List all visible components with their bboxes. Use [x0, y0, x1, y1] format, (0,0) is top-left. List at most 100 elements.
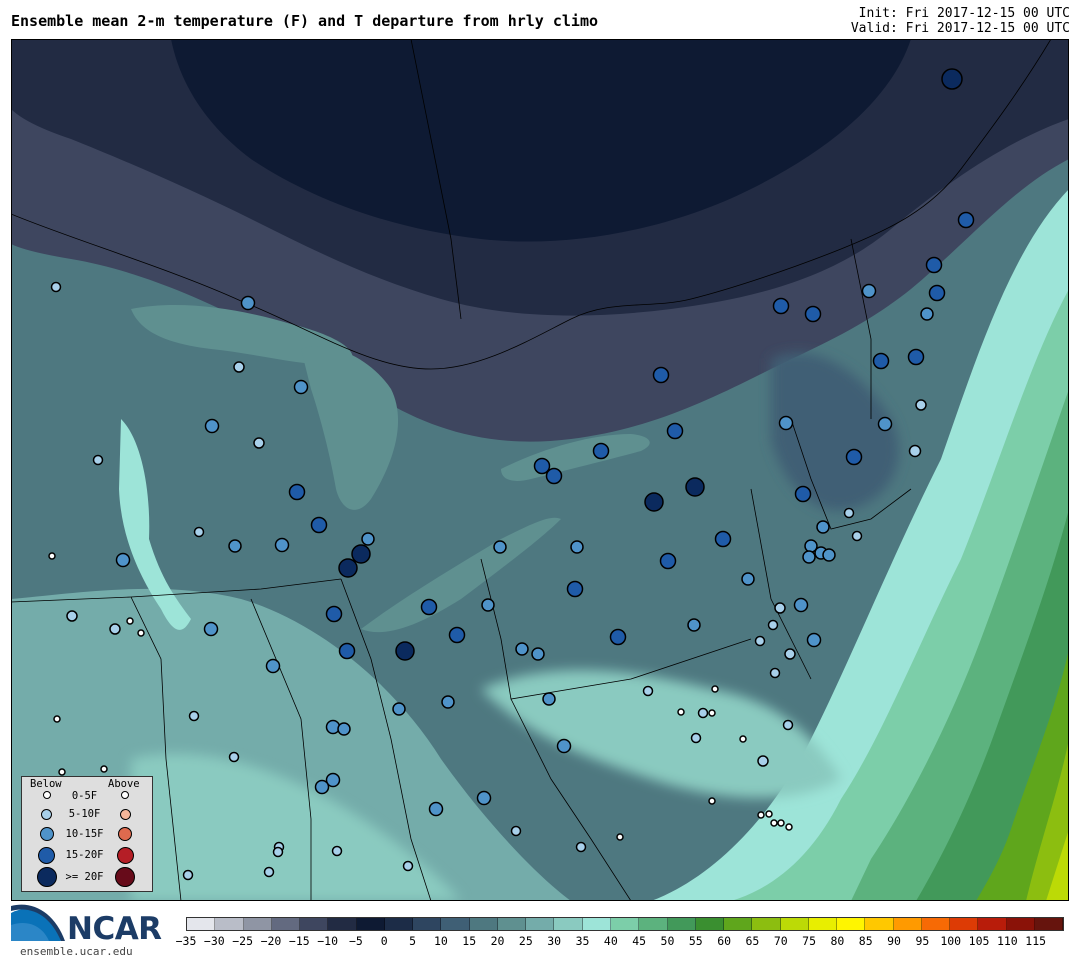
colorbar-tick-label: 55 [688, 934, 703, 948]
colorbar-swatch [921, 918, 951, 930]
colorbar-swatch [780, 918, 809, 930]
colorbar-tick-label: 85 [858, 934, 873, 948]
colorbar-tick-label: 105 [968, 934, 990, 948]
colorbar-tick-label: 80 [830, 934, 845, 948]
station-marker [851, 530, 863, 542]
station-marker [794, 485, 812, 503]
station-marker [778, 415, 794, 431]
colorbar-tick-label: 50 [660, 934, 675, 948]
station-marker [711, 685, 719, 693]
station-marker [925, 256, 943, 274]
station-marker [115, 552, 131, 568]
station-marker [402, 860, 414, 872]
colorbar-tick-label: −10 [317, 934, 338, 948]
station-marker [337, 722, 351, 736]
station-marker [228, 751, 240, 763]
colorbar-swatch [243, 918, 272, 930]
colorbar-tick-label: −5 [348, 934, 363, 948]
station-marker [570, 540, 584, 554]
colorbar-swatch [610, 918, 640, 930]
colorbar-tick-label: 75 [802, 934, 817, 948]
station-marker [228, 539, 242, 553]
station-marker [542, 692, 556, 706]
colorbar-tick-label: 65 [745, 934, 760, 948]
colorbar-swatch [837, 918, 866, 930]
colorbar-swatch [215, 918, 244, 930]
colorbar-swatch [808, 918, 838, 930]
station-marker [708, 709, 716, 717]
station-marker [941, 68, 963, 90]
ncar-logo-icon[interactable] [11, 903, 65, 943]
colorbar-tick-label: 95 [915, 934, 930, 948]
station-marker [666, 422, 684, 440]
temperature-colorbar [186, 917, 1064, 931]
station-marker [310, 516, 328, 534]
legend-above-dot [115, 867, 135, 887]
station-marker [861, 283, 877, 299]
station-marker [476, 790, 492, 806]
station-marker [915, 399, 927, 411]
station-marker [493, 540, 507, 554]
colorbar-swatch [582, 918, 611, 930]
station-marker [361, 532, 375, 546]
colorbar-tick-label: 35 [575, 934, 590, 948]
colorbar-swatch [950, 918, 979, 930]
colorbar-tick-label: 115 [1025, 934, 1047, 948]
site-url[interactable]: ensemble.ucar.edu [20, 945, 133, 958]
station-marker [428, 801, 444, 817]
station-marker [690, 732, 702, 744]
legend-above-dot [118, 827, 132, 841]
colorbar-swatch [413, 918, 442, 930]
colorbar-tick-label: 60 [717, 934, 732, 948]
legend-below-dot [37, 867, 57, 887]
station-marker [188, 710, 200, 722]
colorbar-tick-label: 45 [632, 934, 647, 948]
colorbar-tick-label: 10 [433, 934, 448, 948]
station-marker [774, 602, 786, 614]
colorbar-swatch [384, 918, 414, 930]
station-marker [806, 632, 822, 648]
station-marker [754, 635, 766, 647]
colorbar-swatch [554, 918, 583, 930]
station-marker [772, 297, 790, 315]
station-marker [66, 610, 78, 622]
station-marker [392, 702, 406, 716]
legend-row-label: 5-10F [68, 808, 101, 820]
colorbar-tick-label: −35 [175, 934, 197, 948]
legend-below-dot [41, 809, 52, 820]
station-marker [420, 598, 438, 616]
colorbar-tick-label: −25 [232, 934, 254, 948]
legend-below-header: Below [30, 778, 62, 790]
colorbar-ticks: −35 −30 −25 −20 −15 −10 −5 0 5 10 15 20 25 30 35 40 45 50… [176, 934, 1064, 950]
station-marker [708, 797, 716, 805]
station-marker [802, 550, 816, 564]
colorbar-tick-label: −15 [288, 934, 310, 948]
station-marker [697, 707, 709, 719]
station-marker [288, 483, 306, 501]
legend-row: 15-20F [22, 847, 152, 867]
legend-below-dot [43, 791, 51, 799]
station-marker [53, 715, 61, 723]
colorbar-swatch [978, 918, 1007, 930]
station-marker [545, 467, 563, 485]
legend-row-label: 15-20F [65, 849, 104, 861]
station-marker [685, 477, 705, 497]
legend-row-label: 0-5F [71, 790, 98, 802]
ncar-wordmark[interactable]: NCAR [67, 911, 162, 947]
colorbar-tick-label: 40 [603, 934, 618, 948]
colorbar-swatch [1034, 918, 1064, 930]
station-marker [659, 552, 677, 570]
colorbar-swatch [356, 918, 385, 930]
legend-above-dot [117, 847, 134, 864]
station-marker [204, 418, 220, 434]
station-marker [872, 352, 890, 370]
legend-above-dot [120, 809, 131, 820]
station-marker [50, 281, 62, 293]
colorbar-tick-label: 90 [887, 934, 901, 948]
station-marker [510, 825, 522, 837]
station-marker [338, 642, 356, 660]
station-marker [920, 307, 934, 321]
station-marker [515, 642, 529, 656]
station-marker [100, 765, 108, 773]
station-marker [782, 719, 794, 731]
